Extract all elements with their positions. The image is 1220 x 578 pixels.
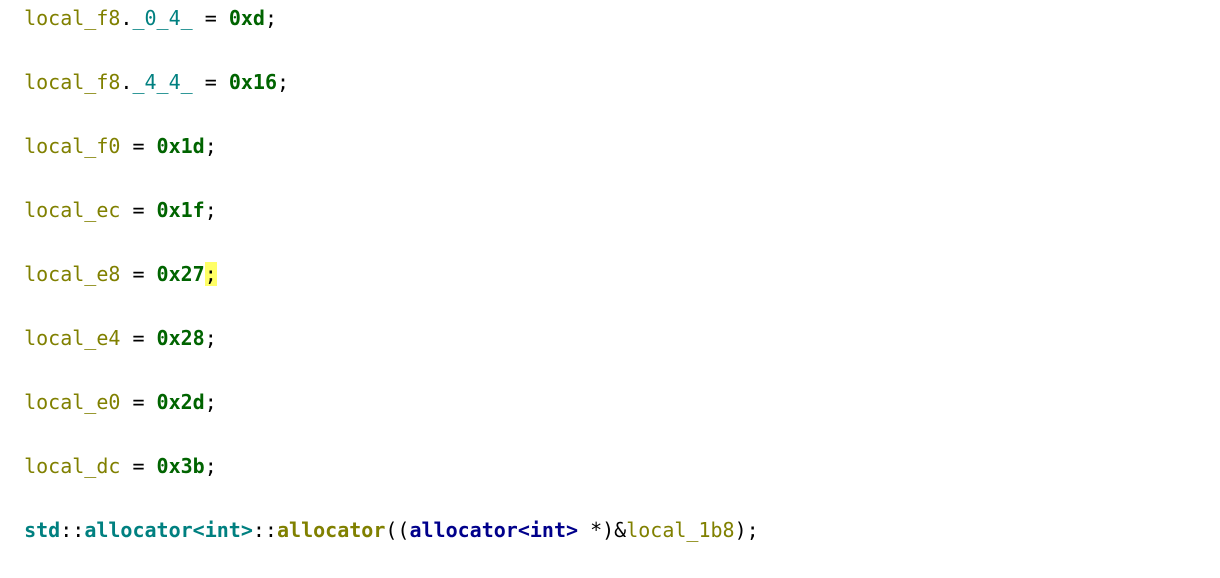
code-line: local_f8._0_4_ = 0xd; [0, 2, 1220, 34]
number-token: 0x28 [157, 326, 205, 350]
constructor-token: allocator [277, 518, 385, 542]
number-token: 0x27 [157, 262, 205, 286]
variable-token: local_f0 [0, 134, 120, 158]
number-token: 0x2d [157, 390, 205, 414]
code-line: local_e0 = 0x2d; [0, 386, 1220, 418]
member-token: _0_4_ [132, 6, 192, 30]
variable-token: local_1b8 [626, 518, 734, 542]
code-line: local_f8._4_4_ = 0x16; [0, 66, 1220, 98]
number-token: 0x1f [157, 198, 205, 222]
code-line: local_ec = 0x1f; [0, 194, 1220, 226]
variable-token: local_dc [0, 454, 120, 478]
variable-token: local_e0 [0, 390, 120, 414]
decompiler-code-block: local_f8._0_4_ = 0xd; local_f8._4_4_ = 0… [0, 0, 1220, 578]
variable-token: local_ec [0, 198, 120, 222]
type-token: allocator<int> [84, 518, 253, 542]
number-token: 0x1d [157, 134, 205, 158]
number-token: 0x3b [157, 454, 205, 478]
variable-token: local_e4 [0, 326, 120, 350]
code-line: local_f0 = 0x1d; [0, 130, 1220, 162]
code-line: std::allocator<int>::allocator((allocato… [0, 514, 1220, 546]
highlighted-token: ; [205, 262, 217, 286]
variable-token: local_f8 [0, 6, 120, 30]
variable-token: local_e8 [0, 262, 120, 286]
code-line: local_e8 = 0x27; [0, 258, 1220, 290]
variable-token: local_f8 [0, 70, 120, 94]
number-token: 0x16 [229, 70, 277, 94]
code-line: local_dc = 0x3b; [0, 450, 1220, 482]
namespace-token: std [24, 518, 60, 542]
type-token: allocator<int> [409, 518, 578, 542]
member-token: _4_4_ [132, 70, 192, 94]
number-token: 0xd [229, 6, 265, 30]
code-line: local_e4 = 0x28; [0, 322, 1220, 354]
